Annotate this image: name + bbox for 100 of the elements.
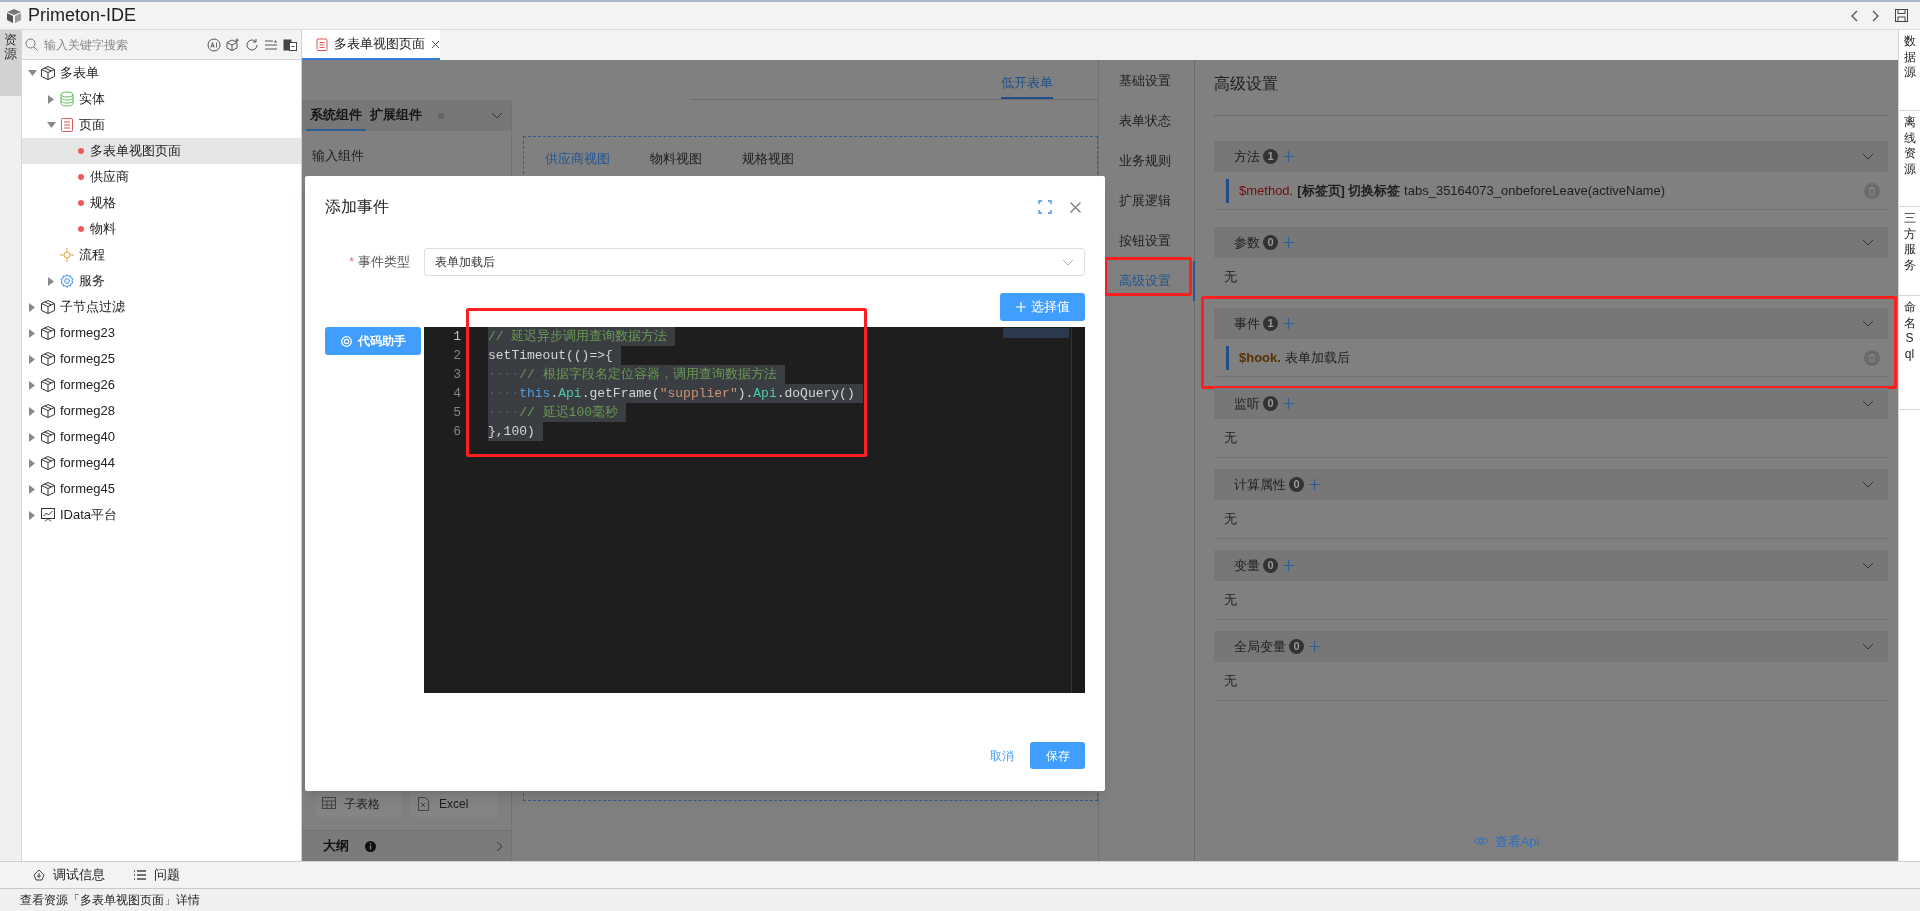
section-title: 监听 — [1234, 394, 1260, 413]
section-header[interactable]: 事件 1 — [1214, 308, 1888, 339]
count-badge: 0 — [1263, 558, 1278, 573]
fullscreen-icon[interactable] — [1038, 200, 1052, 214]
caret-right-icon[interactable] — [29, 458, 35, 468]
component-card[interactable]: Excel — [411, 790, 497, 817]
section-title: 事件 — [1234, 314, 1260, 333]
empty-text: 无 — [1224, 672, 1237, 691]
search-field[interactable]: 输入关键字搜索 — [22, 30, 207, 59]
side-tab[interactable]: 离线资源 — [1899, 111, 1920, 207]
table-icon — [322, 796, 336, 811]
ai-icon[interactable] — [207, 37, 221, 52]
bottom-tab[interactable]: 问题 — [133, 865, 180, 885]
side-tab[interactable]: 数据源 — [1899, 30, 1920, 111]
chevron-down-icon[interactable] — [1862, 400, 1874, 407]
caret-right-icon[interactable] — [48, 276, 54, 286]
component-card[interactable]: 子表格 — [316, 790, 402, 817]
section-header[interactable]: 参数 0 — [1214, 227, 1888, 258]
item-text[interactable]: $hook. 表单加载后 — [1239, 347, 1350, 368]
group-title: 输入组件 — [312, 147, 364, 166]
empty-text: 无 — [1224, 429, 1237, 448]
chevron-down-icon[interactable] — [1862, 153, 1874, 160]
plus-icon — [1015, 302, 1026, 312]
caret-down-icon[interactable] — [27, 70, 37, 76]
list-icon — [133, 868, 147, 882]
count-badge: 0 — [1289, 477, 1304, 492]
caret-right-icon[interactable] — [29, 354, 35, 364]
tree-item[interactable]: IData平台 — [22, 502, 301, 528]
palette-tab[interactable]: 扩展组件 — [366, 100, 426, 131]
view-tab[interactable]: 规格视图 — [742, 149, 794, 169]
section-header[interactable]: 监听 0 — [1214, 388, 1888, 419]
caret-right-icon[interactable] — [29, 510, 35, 520]
collapse-icon[interactable] — [264, 37, 278, 52]
view-tab[interactable]: 物料视图 — [650, 149, 702, 169]
section-header[interactable]: 计算属性 0 — [1214, 469, 1888, 500]
chevron-down-icon[interactable] — [1862, 320, 1874, 327]
settings-nav-item[interactable]: 表单状态 — [1099, 101, 1194, 141]
bottom-tab[interactable]: 调试信息 — [32, 865, 105, 885]
caret-right-icon[interactable] — [29, 380, 35, 390]
tree-item[interactable]: 页面 — [22, 112, 301, 138]
tree-item[interactable]: 实体 — [22, 86, 301, 112]
save-icon[interactable] — [1895, 9, 1908, 22]
tree-item[interactable]: formeg40 — [22, 424, 301, 450]
tree-item[interactable]: 服务 — [22, 268, 301, 294]
tree-item[interactable]: formeg28 — [22, 398, 301, 424]
code-editor[interactable]: 1 2 3 4 5 6 // 延迟异步调用查询数据方法 setTimeout(()=>{ ····// 根据字段名定位容器，调用查询数据方法 ····this.Api.getFrame("supplier").Api.doQuery() ····// 延迟100毫秒 },100) — [424, 327, 1085, 693]
count-badge: 0 — [1263, 396, 1278, 411]
tree-item[interactable]: formeg44 — [22, 450, 301, 476]
tree-item[interactable]: 供应商 — [22, 164, 301, 190]
tree-item[interactable]: 多表单 — [22, 60, 301, 86]
section-header[interactable]: 全局变量 0 — [1214, 631, 1888, 662]
page-icon — [316, 37, 328, 51]
chevron-down-icon[interactable] — [1862, 239, 1874, 246]
caret-right-icon[interactable] — [29, 484, 35, 494]
caret-right-icon[interactable] — [29, 432, 35, 442]
editor-tab[interactable]: 多表单视图页面 — [302, 30, 440, 60]
caret-right-icon[interactable] — [29, 328, 35, 338]
settings-nav-item[interactable]: 基础设置 — [1099, 61, 1194, 101]
section-header[interactable]: 变量 0 — [1214, 550, 1888, 581]
caret-right-icon[interactable] — [48, 94, 54, 104]
close-icon[interactable] — [1070, 201, 1081, 213]
tree-item[interactable]: 规格 — [22, 190, 301, 216]
palette-tab[interactable]: 系统组件 — [306, 100, 366, 131]
app-title: Primeton-IDE — [28, 4, 137, 27]
side-tab[interactable]: 命名Sql — [1899, 296, 1920, 410]
tree-item[interactable]: 子节点过滤 — [22, 294, 301, 320]
search-input[interactable]: 输入关键字搜索 — [44, 35, 174, 54]
caret-right-icon[interactable] — [29, 302, 35, 312]
close-icon[interactable] — [431, 39, 440, 49]
item-marker — [1226, 178, 1229, 203]
tree-item[interactable]: formeg25 — [22, 346, 301, 372]
chevron-down-icon[interactable] — [491, 111, 503, 120]
settings-nav-item[interactable]: 业务规则 — [1099, 141, 1194, 181]
tree-item[interactable]: 物料 — [22, 216, 301, 242]
caret-right-icon[interactable] — [29, 406, 35, 416]
item-text[interactable]: $method. [标签页] 切换标签 tabs_35164073_onbeforeLeave(activeName) — [1239, 180, 1665, 201]
section-header[interactable]: 方法 1 — [1214, 141, 1888, 172]
side-tab[interactable]: 资源 — [0, 30, 21, 96]
add-cube-icon[interactable] — [226, 37, 240, 52]
event-type-select[interactable]: 表单加载后 — [424, 248, 1085, 276]
line-number: 6 — [453, 423, 461, 441]
chevron-down-icon[interactable] — [1862, 562, 1874, 569]
cube-icon — [40, 377, 56, 393]
gear-icon — [59, 273, 75, 289]
refresh-icon[interactable] — [245, 37, 259, 52]
tree-item[interactable]: formeg45 — [22, 476, 301, 502]
chevron-down-icon[interactable] — [1862, 481, 1874, 488]
chevron-down-icon[interactable] — [1862, 643, 1874, 650]
line-number: 2 — [453, 347, 461, 365]
caret-down-icon[interactable] — [46, 122, 56, 128]
side-tab[interactable]: 三方服务 — [1899, 207, 1920, 296]
export-icon[interactable] — [283, 37, 297, 52]
tree-item[interactable]: 流程 — [22, 242, 301, 268]
tree-item[interactable]: 多表单视图页面 — [22, 138, 301, 164]
item-marker — [1226, 345, 1229, 370]
count-badge: 1 — [1263, 149, 1278, 164]
tree-item[interactable]: formeg26 — [22, 372, 301, 398]
chevron-right-icon[interactable] — [496, 840, 503, 852]
tree-item[interactable]: formeg23 — [22, 320, 301, 346]
count-badge: 0 — [1289, 639, 1304, 654]
